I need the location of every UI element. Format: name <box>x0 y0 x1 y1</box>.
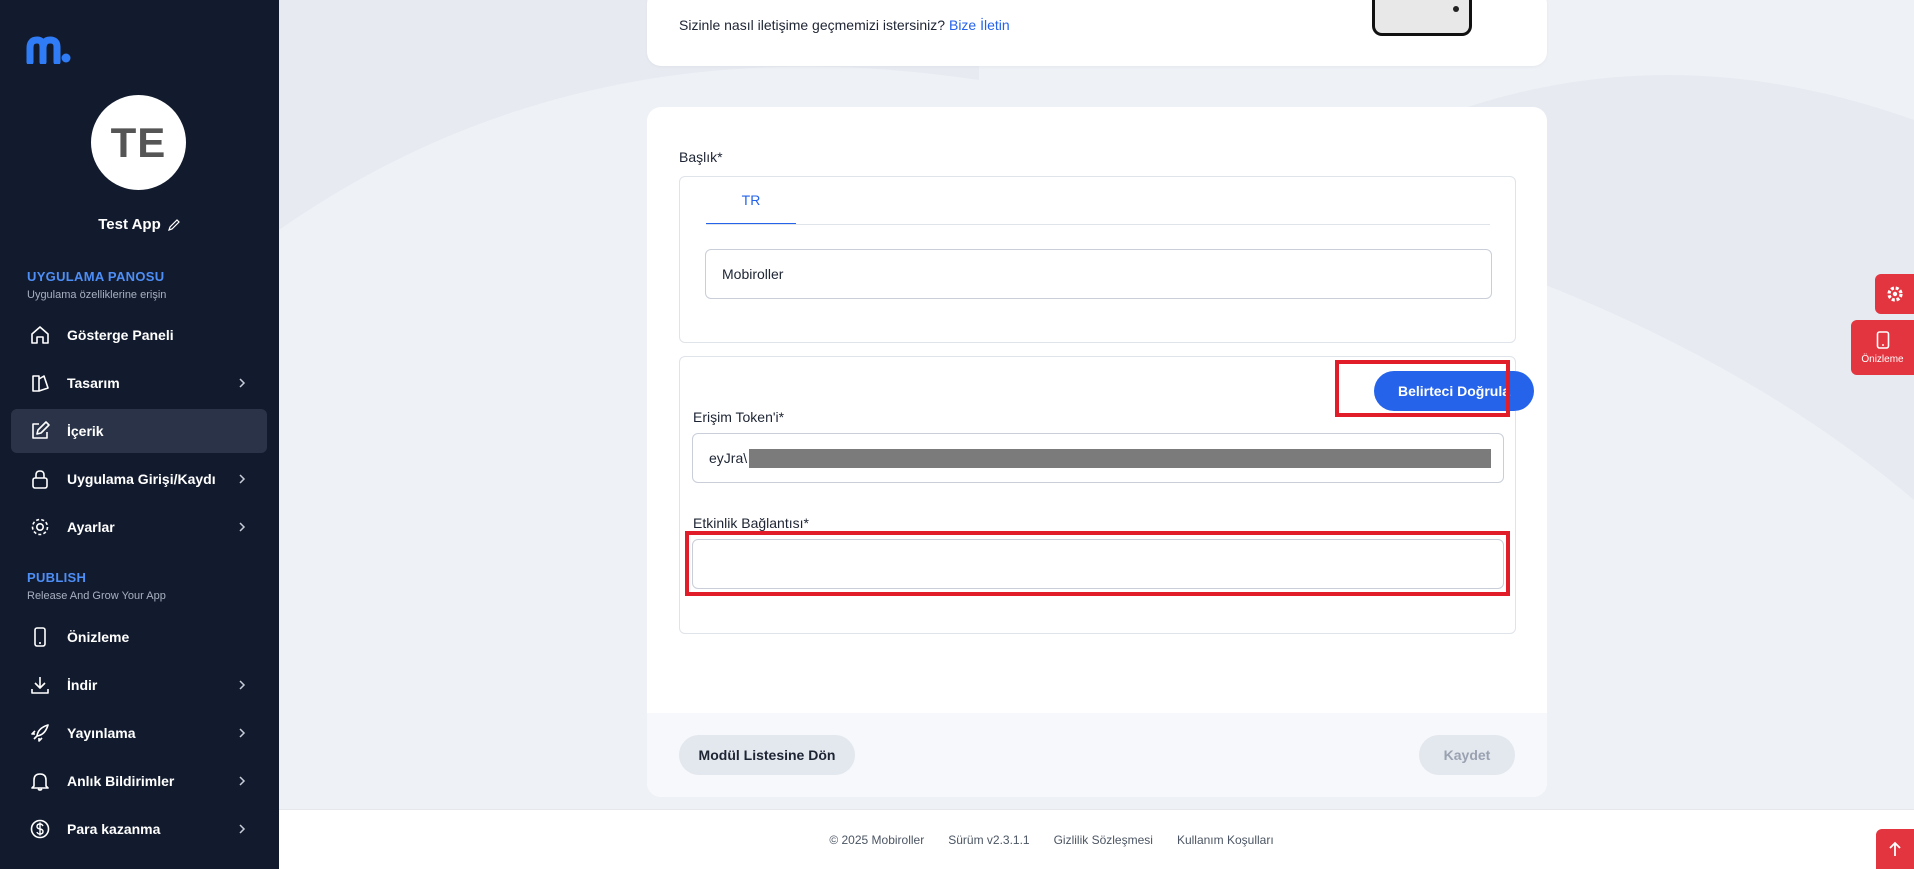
sidebar-item-content[interactable]: İçerik <box>11 409 267 453</box>
sidebar-item-label: Uygulama Girişi/Kaydı <box>67 471 216 487</box>
sidebar-item-monetization[interactable]: Para kazanma <box>11 807 267 851</box>
token-value: eyJra\ <box>709 450 748 466</box>
sidebar-item-download[interactable]: İndir <box>11 663 267 707</box>
page-footer: © 2025 Mobiroller Sürüm v2.3.1.1 Gizlili… <box>279 809 1914 869</box>
verify-token-button[interactable]: Belirteci Doğrula <box>1374 371 1534 411</box>
app-name-label: Test App <box>98 216 161 233</box>
download-icon <box>31 677 49 694</box>
home-icon <box>31 326 49 344</box>
preview-widget-label: Önizleme <box>1861 353 1904 365</box>
chevron-right-icon <box>239 776 246 786</box>
redacted-block <box>749 448 1492 468</box>
sidebar-item-app-login[interactable]: Uygulama Girişi/Kaydı <box>11 457 267 501</box>
settings-widget-button[interactable] <box>1875 274 1914 314</box>
sidebar-item-label: Ayarlar <box>67 519 115 535</box>
phone-camera-dot <box>1453 6 1459 12</box>
phone-icon <box>34 627 46 647</box>
sidebar-item-preview[interactable]: Önizleme <box>11 615 267 659</box>
sidebar-item-label: İndir <box>67 677 98 693</box>
save-button[interactable]: Kaydet <box>1419 735 1515 775</box>
sidebar-item-label: Önizleme <box>67 629 130 645</box>
event-link-input[interactable] <box>692 539 1504 589</box>
sidebar-item-label: Yayınlama <box>67 725 136 741</box>
chevron-right-icon <box>239 728 246 738</box>
rocket-icon <box>31 724 49 742</box>
sidebar-item-label: Tasarım <box>67 375 120 391</box>
sidebar-item-settings[interactable]: Ayarlar <box>11 505 267 549</box>
footer-terms-link[interactable]: Kullanım Koşulları <box>1177 833 1274 847</box>
phone-illustration <box>1372 0 1472 36</box>
section-title-dashboard: UYGULAMA PANOSU <box>27 269 165 284</box>
token-label: Erişim Token'i* <box>693 409 785 425</box>
chevron-right-icon <box>239 680 246 690</box>
app-name[interactable]: Test App <box>0 216 279 233</box>
contact-question: Sizinle nasıl iletişime geçmemizi isters… <box>679 17 946 33</box>
scroll-to-top-button[interactable] <box>1876 829 1914 869</box>
gear-icon <box>31 518 49 536</box>
contact-card: Sizinle nasıl iletişime geçmemizi isters… <box>647 0 1547 66</box>
dollar-icon <box>30 819 50 839</box>
tab-tr[interactable]: TR <box>706 177 796 225</box>
chevron-right-icon <box>239 522 246 532</box>
token-panel: Belirteci Doğrula Erişim Token'i* eyJra\… <box>679 356 1534 634</box>
footer-privacy-link[interactable]: Gizlilik Sözleşmesi <box>1054 833 1153 847</box>
gear-icon <box>1886 286 1903 302</box>
lock-icon <box>32 470 48 489</box>
form-card: Başlık* TR Mobiroller Belirteci Doğrula … <box>647 107 1547 797</box>
back-to-module-list-button[interactable]: Modül Listesine Dön <box>679 735 855 775</box>
arrow-up-icon <box>1889 841 1901 856</box>
sidebar-item-label: Para kazanma <box>67 821 161 837</box>
section-title-publish: PUBLISH <box>27 570 87 585</box>
token-input[interactable]: eyJra\ <box>692 433 1504 483</box>
footer-copyright: © 2025 Mobiroller <box>829 832 925 847</box>
bell-icon <box>31 773 49 791</box>
sidebar-item-label: İçerik <box>67 423 104 439</box>
design-icon <box>32 375 49 392</box>
sidebar-item-push-notifications[interactable]: Anlık Bildirimler <box>11 759 267 803</box>
phone-icon <box>1876 330 1889 349</box>
sidebar-item-publishing[interactable]: Yayınlama <box>11 711 267 755</box>
avatar[interactable]: TE <box>91 95 186 190</box>
section-subtitle-publish: Release And Grow Your App <box>27 590 166 602</box>
contact-text: Sizinle nasıl iletişime geçmemizi isters… <box>679 17 1010 33</box>
pencil-icon[interactable] <box>167 218 181 232</box>
section-subtitle-dashboard: Uygulama özelliklerine erişin <box>27 289 167 301</box>
title-input[interactable]: Mobiroller <box>705 249 1492 299</box>
contact-link[interactable]: Bize İletin <box>949 17 1010 33</box>
tab-divider <box>706 224 1490 225</box>
event-link-label: Etkinlik Bağlantısı* <box>693 515 809 531</box>
title-panel: TR Mobiroller <box>679 176 1516 343</box>
sidebar-item-design[interactable]: Tasarım <box>11 361 267 405</box>
footer-version: Sürüm v2.3.1.1 <box>948 832 1030 847</box>
sidebar-item-label: Anlık Bildirimler <box>67 773 175 789</box>
title-label: Başlık* <box>679 149 723 165</box>
sidebar: TE Test App UYGULAMA PANOSU Uygulama öze… <box>0 0 279 869</box>
preview-widget-button[interactable]: Önizleme <box>1851 320 1914 375</box>
chevron-right-icon <box>239 474 246 484</box>
chevron-right-icon <box>239 824 246 834</box>
edit-icon <box>32 421 50 439</box>
chevron-right-icon <box>239 378 246 388</box>
sidebar-item-dashboard[interactable]: Gösterge Paneli <box>11 313 267 357</box>
sidebar-item-label: Gösterge Paneli <box>67 327 174 343</box>
mobiroller-logo[interactable] <box>26 36 72 64</box>
